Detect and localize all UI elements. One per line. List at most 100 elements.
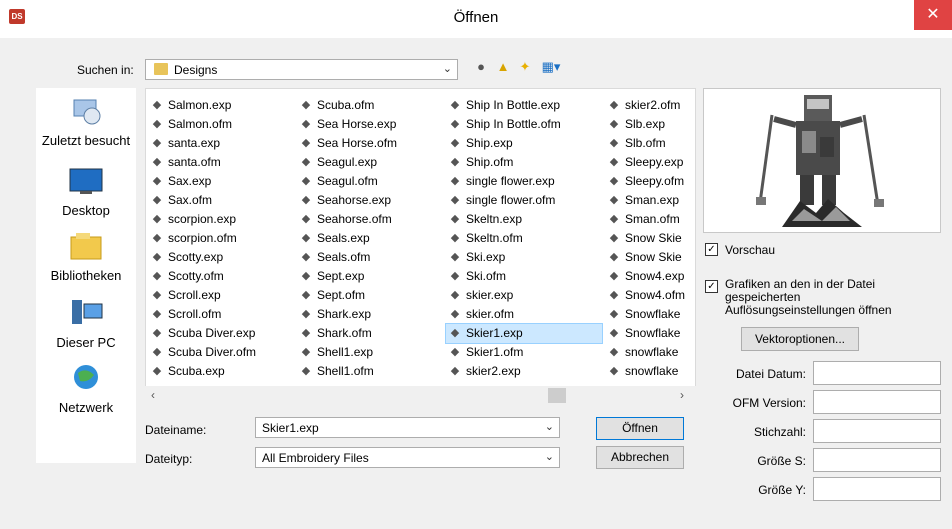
design-file-icon: ◆ <box>152 232 162 244</box>
file-item[interactable]: ◆ santa.ofm <box>148 153 294 172</box>
design-file-icon: ◆ <box>301 213 311 225</box>
file-item[interactable]: ◆ Sept.ofm <box>297 286 443 305</box>
file-item[interactable]: ◆ snowflake <box>605 362 695 381</box>
file-item[interactable]: ◆ skier.exp <box>446 286 602 305</box>
file-item[interactable]: ◆ Ski.ofm <box>446 267 602 286</box>
file-item[interactable]: ◆ Ship.ofm <box>446 153 602 172</box>
file-item[interactable]: ◆ snowflake <box>605 343 695 362</box>
file-item[interactable]: ◆ Salmon.exp <box>148 96 294 115</box>
place-label: Zuletzt besucht <box>41 133 131 148</box>
cancel-button[interactable]: Abbrechen <box>596 446 684 469</box>
file-date-field <box>813 361 941 385</box>
file-item[interactable]: ◆ Scotty.exp <box>148 248 294 267</box>
file-item[interactable]: ◆ Snow Skie <box>605 248 695 267</box>
file-item[interactable]: ◆ Salmon.ofm <box>148 115 294 134</box>
file-item[interactable]: ◆ Snow4.exp <box>605 267 695 286</box>
design-file-icon: ◆ <box>152 270 162 282</box>
filetype-select[interactable]: All Embroidery Files ⌄ <box>255 447 560 468</box>
file-item[interactable]: ◆ Scuba.exp <box>148 362 294 381</box>
desktop-icon <box>69 168 103 194</box>
file-item[interactable]: ◆ Sax.exp <box>148 172 294 191</box>
back-icon[interactable]: ● <box>472 59 490 75</box>
file-item[interactable]: ◆ santa.exp <box>148 134 294 153</box>
place-label: Dieser PC <box>56 335 116 350</box>
place-libraries[interactable]: Bibliotheken <box>36 231 136 283</box>
filename-input[interactable]: Skier1.exp ⌄ <box>255 417 560 438</box>
file-item[interactable]: ◆ Seahorse.exp <box>297 191 443 210</box>
design-file-icon: ◆ <box>301 346 311 358</box>
open-button[interactable]: Öffnen <box>596 417 684 440</box>
file-item[interactable]: ◆ Snow4.ofm <box>605 286 695 305</box>
file-item[interactable]: ◆ Seagul.ofm <box>297 172 443 191</box>
scroll-thumb[interactable] <box>548 388 566 403</box>
file-item[interactable]: ◆ Skeltn.ofm <box>446 229 602 248</box>
file-item[interactable]: ◆ Skier1.exp <box>445 323 603 344</box>
file-item[interactable]: ◆ Sea Horse.exp <box>297 115 443 134</box>
file-item[interactable]: ◆ Shark.exp <box>297 305 443 324</box>
file-item[interactable]: ◆ Sept.exp <box>297 267 443 286</box>
file-item[interactable]: ◆ Scuba Diver.exp <box>148 324 294 343</box>
file-item[interactable]: ◆ single flower.ofm <box>446 191 602 210</box>
file-item[interactable]: ◆ Scuba Diver.ofm <box>148 343 294 362</box>
scroll-left-icon[interactable]: ‹ <box>151 388 155 402</box>
view-menu-icon[interactable]: ▦▾ <box>538 59 564 75</box>
chevron-down-icon[interactable]: ⌄ <box>545 420 554 433</box>
file-item[interactable]: ◆ Seals.exp <box>297 229 443 248</box>
file-column: ◆ skier2.ofm ◆ Slb.exp ◆ Slb.ofm ◆ Sleepy.exp ◆ S… <box>605 96 695 381</box>
design-file-icon: ◆ <box>301 194 311 206</box>
close-button[interactable]: ✕ <box>914 0 952 30</box>
place-network[interactable]: Netzwerk <box>36 363 136 415</box>
file-item[interactable]: ◆ Sax.ofm <box>148 191 294 210</box>
file-item[interactable]: ◆ Seahorse.ofm <box>297 210 443 229</box>
file-item[interactable]: ◆ Shark.ofm <box>297 324 443 343</box>
file-name: Seals.ofm <box>317 250 371 264</box>
file-item[interactable]: ◆ skier2.exp <box>446 362 602 381</box>
file-item[interactable]: ◆ Scroll.exp <box>148 286 294 305</box>
scroll-right-icon[interactable]: › <box>680 388 684 402</box>
file-column: ◆ Salmon.exp ◆ Salmon.ofm ◆ santa.exp ◆ santa.o… <box>148 96 294 381</box>
file-item[interactable]: ◆ Skier1.ofm <box>446 343 602 362</box>
file-item[interactable]: ◆ Skeltn.exp <box>446 210 602 229</box>
file-item[interactable]: ◆ skier.ofm <box>446 305 602 324</box>
chevron-down-icon[interactable]: ⌄ <box>545 450 554 463</box>
place-recent[interactable]: Zuletzt besucht <box>36 96 136 148</box>
file-item[interactable]: ◆ Snow Skie <box>605 229 695 248</box>
file-item[interactable]: ◆ Slb.ofm <box>605 134 695 153</box>
file-item[interactable]: ◆ Shell1.exp <box>297 343 443 362</box>
lookin-combo[interactable]: Designs ⌄ <box>145 59 458 80</box>
filetype-label: Dateityp: <box>145 452 193 466</box>
new-folder-icon[interactable]: ✦ <box>516 59 534 75</box>
file-item[interactable]: ◆ Sleepy.exp <box>605 153 695 172</box>
place-desktop[interactable]: Desktop <box>36 166 136 218</box>
file-item[interactable]: ◆ skier2.ofm <box>605 96 695 115</box>
file-item[interactable]: ◆ Sman.ofm <box>605 210 695 229</box>
file-item[interactable]: ◆ Seagul.exp <box>297 153 443 172</box>
file-item[interactable]: ◆ Seals.ofm <box>297 248 443 267</box>
size-y-label: Größe Y: <box>758 483 806 497</box>
file-item[interactable]: ◆ scorpion.ofm <box>148 229 294 248</box>
file-item[interactable]: ◆ Slb.exp <box>605 115 695 134</box>
file-item[interactable]: ◆ Snowflake <box>605 324 695 343</box>
file-item[interactable]: ◆ Scuba.ofm <box>297 96 443 115</box>
file-item[interactable]: ◆ single flower.exp <box>446 172 602 191</box>
file-item[interactable]: ◆ Sman.exp <box>605 191 695 210</box>
file-item[interactable]: ◆ Ski.exp <box>446 248 602 267</box>
up-folder-icon[interactable]: ▲ <box>494 59 512 75</box>
file-item[interactable]: ◆ Shell1.ofm <box>297 362 443 381</box>
horizontal-scrollbar[interactable]: ‹ › <box>145 386 696 406</box>
place-this-pc[interactable]: Dieser PC <box>36 298 136 350</box>
file-item[interactable]: ◆ Ship In Bottle.ofm <box>446 115 602 134</box>
file-item[interactable]: ◆ scorpion.exp <box>148 210 294 229</box>
file-item[interactable]: ◆ Snowflake <box>605 305 695 324</box>
file-item[interactable]: ◆ Ship.exp <box>446 134 602 153</box>
preview-checkbox[interactable]: ✓ <box>705 243 718 256</box>
file-item[interactable]: ◆ Ship In Bottle.exp <box>446 96 602 115</box>
file-item[interactable]: ◆ Scotty.ofm <box>148 267 294 286</box>
graphics-resolution-checkbox[interactable]: ✓ <box>705 280 718 293</box>
file-item[interactable]: ◆ Sea Horse.ofm <box>297 134 443 153</box>
design-file-icon: ◆ <box>450 213 460 225</box>
design-file-icon: ◆ <box>609 289 619 301</box>
file-item[interactable]: ◆ Scroll.ofm <box>148 305 294 324</box>
vector-options-button[interactable]: Vektoroptionen... <box>741 327 859 351</box>
file-item[interactable]: ◆ Sleepy.ofm <box>605 172 695 191</box>
